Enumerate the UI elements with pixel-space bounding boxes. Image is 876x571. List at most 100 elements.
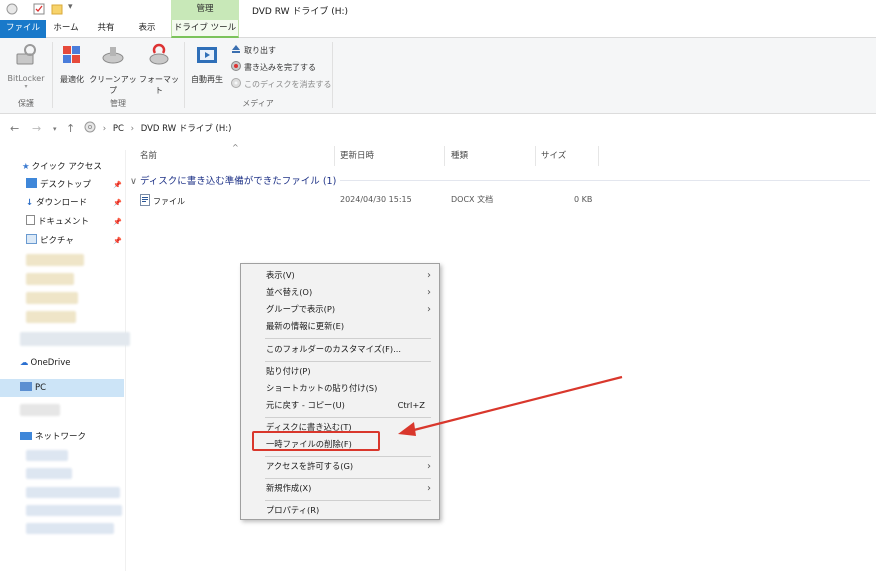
group-separator [332,42,333,108]
menu-item-refresh[interactable]: 最新の情報に更新(E) [241,318,439,335]
title-bar: ▾ 管理 DVD RW ドライブ (H:) [0,0,876,20]
tab-file[interactable]: ファイル [0,20,46,38]
sidebar-item-label: PC [35,383,47,393]
arrow-right-icon[interactable]: → [32,122,41,135]
menu-item-label: 最新の情報に更新(E) [266,321,345,331]
redacted-item [26,487,120,498]
menu-separator [265,456,431,457]
menu-item-give-access[interactable]: アクセスを許可する(G) › [241,458,439,475]
eject-button[interactable]: 取り出す [231,44,276,58]
menu-item-label: 新規作成(X) [266,483,312,493]
cleanup-label: クリーンアップ [89,75,137,95]
redacted-folder [26,254,84,266]
menu-item-label: プロパティ(R) [266,505,320,515]
menu-item-label: 並べ替え(O) [266,287,313,297]
menu-separator [265,361,431,362]
autoplay-icon [197,47,217,63]
sidebar-item-label: OneDrive [30,358,71,368]
sort-ascending-icon: ^ [232,143,239,152]
finish-burning-icon [231,61,241,71]
breadcrumb-drive[interactable]: DVD RW ドライブ (H:) [141,124,232,134]
dropdown-icon: ▾ [24,83,28,90]
column-divider[interactable] [598,146,599,166]
autoplay-button[interactable]: 自動再生 [188,42,226,92]
tab-drive-tools[interactable]: ドライブ ツール [171,20,239,38]
menu-item-customize[interactable]: このフォルダーのカスタマイズ(F)... [241,341,439,358]
format-button[interactable]: フォーマット [138,42,180,95]
menu-item-label: 元に戻す - コピー(U) [266,400,345,410]
menu-item-properties[interactable]: プロパティ(R) [241,502,439,519]
pin-icon[interactable]: 📌 [113,218,122,226]
arrow-left-icon[interactable]: ← [10,122,19,135]
new-folder-icon[interactable] [51,3,63,15]
computer-icon [20,382,32,391]
optimize-label: 最適化 [60,75,84,84]
menu-item-sort[interactable]: 並べ替え(O) › [241,284,439,301]
autoplay-label: 自動再生 [191,75,223,84]
eject-icon [232,45,240,53]
breadcrumb[interactable]: › PC › DVD RW ドライブ (H:) [84,121,231,136]
cloud-icon: ☁ [20,358,29,368]
bitlocker-icon [16,44,36,65]
redacted-folder [26,273,74,285]
column-header-size[interactable]: サイズ [541,148,566,164]
column-divider[interactable] [334,146,335,166]
column-header-type[interactable]: 種類 [451,148,468,164]
sidebar-item-label: ネットワーク [35,432,87,442]
finish-burning-button[interactable]: 書き込みを完了する [231,61,316,75]
optimize-button[interactable]: 最適化 [56,42,88,92]
table-row[interactable]: ファイル [140,194,185,208]
finish-burning-label: 書き込みを完了する [244,63,316,72]
tab-home[interactable]: ホーム [48,20,84,38]
arrow-up-icon[interactable]: ↑ [66,122,75,135]
file-group-header[interactable]: ∨ ディスクに書き込む準備ができたファイル (1) [130,173,336,187]
pin-icon[interactable]: 📌 [113,237,122,245]
menu-item-label: アクセスを許可する(G) [266,461,354,471]
sidebar-item-network[interactable]: ネットワーク [20,430,86,444]
properties-icon[interactable] [33,3,45,15]
chevron-down-icon: ∨ [130,176,137,187]
eject-label: 取り出す [244,46,276,55]
pin-icon[interactable]: 📌 [113,199,122,207]
cleanup-button[interactable]: クリーンアップ [89,42,137,95]
customize-qat-icon[interactable]: ▾ [68,2,73,12]
menu-separator [265,338,431,339]
erase-disc-button[interactable]: このディスクを消去する [231,78,331,92]
sidebar-item-label: デスクトップ [40,180,92,190]
file-group-label: ディスクに書き込む準備ができたファイル (1) [139,176,337,187]
column-divider[interactable] [535,146,536,166]
desktop-icon [26,178,37,188]
tab-share[interactable]: 共有 [88,20,124,38]
sidebar-item-label: クイック アクセス [31,162,102,172]
column-header-modified[interactable]: 更新日時 [340,148,374,164]
sidebar-item-downloads[interactable]: ↓ ダウンロード [26,196,87,210]
navigation-bar: ← → ▾ ↑ › PC › DVD RW ドライブ (H:) [0,115,876,143]
breadcrumb-pc[interactable]: PC [113,124,124,134]
menu-item-view[interactable]: 表示(V) › [241,267,439,284]
sidebar-item-quick-access[interactable]: ★ クイック アクセス [22,160,102,174]
sidebar-item-desktop[interactable]: デスクトップ [26,178,91,192]
erase-disc-icon [231,78,241,88]
column-divider[interactable] [444,146,445,166]
ribbon: BitLocker ▾ 保護 最適化 クリーンアップ フォーマット 管理 自動再… [0,38,876,114]
group-separator [52,42,53,108]
sidebar-item-pictures[interactable]: ピクチャ [26,234,74,248]
column-header-name[interactable]: 名前 [140,148,157,164]
system-icon[interactable] [6,3,18,15]
ribbon-tabs: ファイル ホーム 共有 表示 ドライブ ツール [0,20,876,38]
file-size: 0 KB [574,195,593,204]
sidebar-item-onedrive[interactable]: ☁ OneDrive [20,356,70,370]
tab-view[interactable]: 表示 [128,20,166,38]
menu-item-label: このフォルダーのカスタマイズ(F)... [266,344,402,354]
pin-icon[interactable]: 📌 [113,181,122,189]
network-icon [20,432,32,440]
bitlocker-button[interactable]: BitLocker ▾ [4,42,48,92]
sidebar-item-documents[interactable]: ドキュメント [26,215,89,229]
chevron-right-icon: › [130,124,134,134]
menu-item-label: 貼り付け(P) [266,366,311,376]
erase-disc-label: このディスクを消去する [244,80,332,89]
menu-item-group[interactable]: グループで表示(P) › [241,301,439,318]
recent-locations-icon[interactable]: ▾ [53,125,57,133]
sidebar-item-pc[interactable]: PC [20,381,46,395]
menu-item-new[interactable]: 新規作成(X) › [241,480,439,497]
